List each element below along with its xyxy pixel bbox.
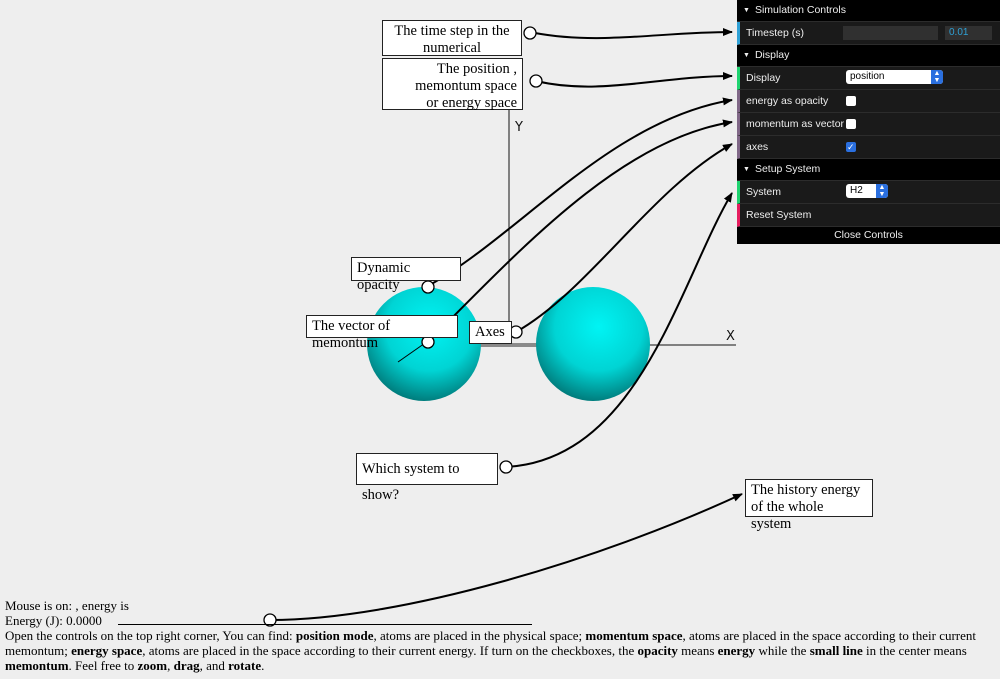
display-select-value: position — [850, 71, 885, 82]
mouse-status: Mouse is on: , energy is — [5, 598, 129, 613]
energy-opacity-control: energy as opacity — [737, 90, 1000, 113]
annotation-display-line3: or energy space — [426, 95, 517, 111]
timestep-input[interactable]: 0.01 — [945, 26, 992, 40]
anchor-system — [499, 460, 513, 474]
axes-control: axes — [737, 136, 1000, 159]
display-label: Display — [746, 72, 781, 84]
anchor-display — [529, 74, 543, 88]
status-area: Mouse is on: , energy is Energy (J): 0.0… — [5, 598, 995, 673]
annotation-timestep: The time step in the numerical intergrat… — [382, 20, 522, 73]
momentum-vector-control: momentum as vector — [737, 113, 1000, 136]
axes-label: axes — [746, 141, 769, 153]
timestep-label: Timestep (s) — [746, 27, 804, 39]
timestep-control: Timestep (s) 0.01 — [737, 22, 1000, 45]
annotation-history-line1: The history energy — [751, 482, 861, 498]
annotation-timestep-line1: The time step in the — [394, 23, 510, 39]
momentum-vector-label: momentum as vector — [746, 118, 845, 130]
folder-display[interactable]: ▼ Display — [737, 45, 1000, 67]
system-control: System H2 ▲ ▼ — [737, 181, 1000, 204]
annotation-display-line2: memontum space — [415, 78, 517, 94]
triangle-down-icon: ▼ — [743, 52, 750, 59]
select-arrows-icon: ▲ ▼ — [931, 70, 943, 84]
energy-opacity-label: energy as opacity — [746, 95, 829, 107]
anchor-opacity — [421, 280, 435, 294]
triangle-down-icon: ▼ — [743, 166, 750, 173]
system-select[interactable]: H2 ▲ ▼ — [846, 184, 888, 198]
system-label: System — [746, 186, 782, 198]
triangle-down-icon: ▼ — [743, 7, 750, 14]
display-control: Display position ▲ ▼ — [737, 67, 1000, 90]
anchor-timestep — [523, 26, 537, 40]
annotation-opacity: Dynamic opacity — [351, 257, 461, 293]
annotation-axes-text: Axes — [475, 324, 505, 340]
annotation-display-line1: The position , — [436, 61, 517, 77]
momentum-vector-checkbox[interactable] — [846, 119, 856, 129]
axes-checkbox[interactable] — [846, 136, 856, 158]
annotation-history: The history energy of the whole system — [745, 479, 873, 532]
energy-opacity-checkbox[interactable] — [846, 96, 856, 106]
energy-readout: Energy (J): 0.0000 — [5, 613, 102, 628]
folder-setup-system[interactable]: ▼ Setup System — [737, 159, 1000, 181]
y-axis-label: Y — [514, 120, 523, 135]
reset-system-label: Reset System — [746, 209, 812, 221]
select-arrows-icon: ▲ ▼ — [876, 184, 888, 198]
annotation-display: The position , memontum space or energy … — [382, 58, 523, 111]
atom-right — [536, 287, 650, 401]
timestep-slider[interactable] — [843, 26, 938, 40]
display-select[interactable]: position ▲ ▼ — [846, 70, 943, 84]
x-axis-label: X — [726, 329, 735, 344]
folder-display-title: Display — [754, 49, 790, 61]
system-select-value: H2 — [850, 185, 863, 196]
annotation-axes: Axes — [469, 321, 512, 344]
folder-setup-title: Setup System — [754, 163, 821, 175]
annotation-history-line2: of the whole system — [751, 499, 824, 532]
annotation-system: Which system to show? — [356, 453, 498, 503]
folder-simulation-controls[interactable]: ▼ Simulation Controls — [737, 0, 1000, 22]
folder-simulation-title: Simulation Controls — [754, 4, 846, 16]
description-text: Open the controls on the top right corne… — [5, 628, 976, 673]
reset-system-button[interactable]: Reset System — [737, 204, 1000, 227]
annotation-vector: The vector of memontum — [306, 315, 458, 351]
controls-panel: ▼ Simulation Controls Timestep (s) 0.01 ▼… — [737, 0, 1000, 244]
close-controls-button[interactable]: Close Controls — [737, 227, 1000, 244]
